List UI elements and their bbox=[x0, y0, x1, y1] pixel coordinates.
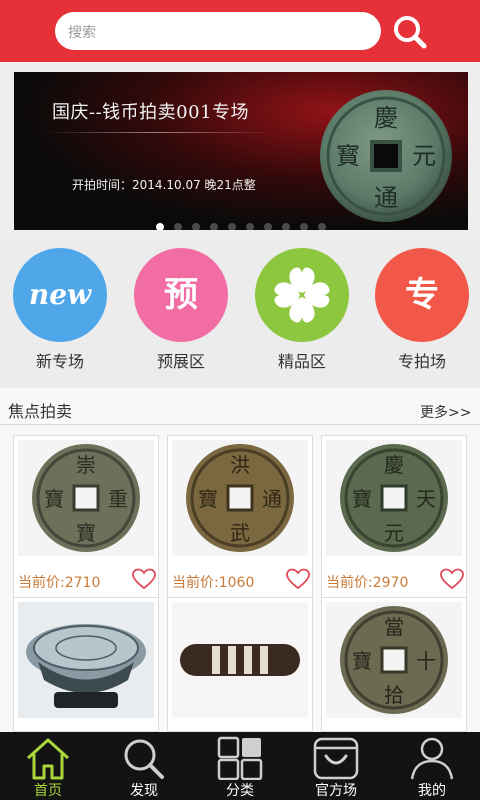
category-icon-text: 专 bbox=[405, 275, 439, 315]
banner-start-time: 开拍时间：2014.10.07 晚21点整 bbox=[72, 178, 256, 192]
auction-card[interactable]: 當 十 拾 寶 bbox=[321, 597, 467, 732]
carousel-dot[interactable] bbox=[210, 223, 218, 230]
current-price: 当前价:2970 bbox=[326, 575, 409, 591]
category-label: 精品区 bbox=[277, 352, 326, 371]
user-icon bbox=[410, 737, 454, 780]
coin-char-left: 寳 bbox=[336, 142, 360, 170]
tab-label: 我的 bbox=[418, 783, 446, 799]
current-price: 当前价:2710 bbox=[18, 575, 101, 591]
coin-image: 崇 重 寶 寶 bbox=[18, 440, 154, 556]
category-new[interactable]: new 新专场 bbox=[8, 248, 112, 378]
dish-image bbox=[18, 602, 154, 718]
svg-text:寶: 寶 bbox=[352, 487, 372, 511]
category-label: 预展区 bbox=[156, 352, 205, 371]
special-icon: 专 bbox=[375, 248, 469, 342]
carousel-dot[interactable] bbox=[300, 223, 308, 230]
auction-card[interactable] bbox=[167, 597, 313, 732]
banner-divider bbox=[44, 132, 274, 133]
category-icon-text: 预 bbox=[164, 275, 198, 315]
category-label: 专拍场 bbox=[397, 352, 446, 371]
carousel-dot[interactable] bbox=[174, 223, 182, 230]
focus-auction-section: 焦点拍卖 更多>> 崇 重 寶 寶 当前价:2710 洪 通 武 寶 当前价:1… bbox=[0, 388, 480, 732]
search-button[interactable] bbox=[388, 12, 432, 52]
coin-char-right: 元 bbox=[412, 142, 436, 170]
svg-text:寶: 寶 bbox=[352, 649, 372, 673]
svg-text:寶: 寶 bbox=[44, 487, 64, 511]
auction-card[interactable] bbox=[13, 597, 159, 732]
svg-text:通: 通 bbox=[262, 487, 282, 511]
carousel-dot[interactable] bbox=[282, 223, 290, 230]
category-icon-text: new bbox=[28, 278, 92, 311]
svg-text:慶: 慶 bbox=[384, 453, 404, 477]
tab-label: 首页 bbox=[34, 783, 62, 799]
heart-icon[interactable] bbox=[286, 568, 310, 590]
carousel-dots bbox=[14, 216, 468, 230]
bottom-nav: 首页 发现 分类 官方场 我的 bbox=[0, 732, 480, 800]
search-icon bbox=[124, 739, 164, 779]
tab-label: 发现 bbox=[130, 783, 158, 799]
tab-label: 官方场 bbox=[315, 783, 357, 799]
coin-image: 慶 元 通 寳 bbox=[320, 90, 452, 222]
svg-text:崇: 崇 bbox=[76, 453, 96, 477]
svg-text:拾: 拾 bbox=[384, 683, 404, 707]
svg-text:十: 十 bbox=[416, 649, 436, 673]
svg-text:天: 天 bbox=[416, 487, 436, 511]
svg-text:重: 重 bbox=[108, 487, 128, 511]
category-special[interactable]: 专 专拍场 bbox=[370, 248, 474, 378]
category-label: 新专场 bbox=[35, 352, 84, 371]
svg-text:洪: 洪 bbox=[230, 453, 250, 477]
section-title: 焦点拍卖 bbox=[8, 402, 73, 421]
shop-icon bbox=[313, 737, 359, 780]
search-icon bbox=[394, 16, 427, 49]
coin-image: 慶 天 元 寶 bbox=[326, 440, 462, 556]
heart-icon[interactable] bbox=[440, 568, 464, 590]
tab-official[interactable]: 官方场 bbox=[288, 732, 384, 800]
top-bar: 搜索 bbox=[0, 0, 480, 62]
carousel-dot[interactable] bbox=[192, 223, 200, 230]
search-placeholder: 搜索 bbox=[68, 25, 96, 41]
auction-card[interactable]: 崇 重 寶 寶 当前价:2710 bbox=[13, 435, 159, 601]
more-link[interactable]: 更多>> bbox=[420, 402, 471, 422]
promo-banner[interactable]: 国庆--钱币拍卖001专场 开拍时间：2014.10.07 晚21点整 慶 元 … bbox=[14, 72, 468, 230]
heart-icon[interactable] bbox=[132, 568, 156, 590]
auction-card[interactable]: 慶 天 元 寶 当前价:2970 bbox=[321, 435, 467, 601]
preview-icon: 预 bbox=[134, 248, 228, 342]
home-icon bbox=[26, 738, 70, 780]
carousel-dot[interactable] bbox=[264, 223, 272, 230]
current-price: 当前价:1060 bbox=[172, 575, 255, 591]
carousel-dot[interactable] bbox=[246, 223, 254, 230]
coin-image: 當 十 拾 寶 bbox=[326, 602, 462, 718]
grid-icon bbox=[217, 736, 263, 780]
tab-label: 分类 bbox=[226, 783, 254, 799]
coin-char-top: 慶 bbox=[374, 104, 398, 132]
auction-card[interactable]: 洪 通 武 寶 当前价:1060 bbox=[167, 435, 313, 601]
banner-title: 国庆--钱币拍卖001专场 bbox=[52, 102, 250, 123]
coin-image: 洪 通 武 寶 bbox=[172, 440, 308, 556]
tab-discover[interactable]: 发现 bbox=[96, 732, 192, 800]
new-icon: new bbox=[13, 248, 107, 342]
search-input[interactable]: 搜索 bbox=[55, 12, 381, 50]
svg-text:武: 武 bbox=[230, 521, 250, 545]
carousel-dot[interactable] bbox=[318, 223, 326, 230]
coin-char-bottom: 通 bbox=[374, 184, 398, 212]
divider bbox=[0, 424, 480, 425]
tab-categories[interactable]: 分类 bbox=[192, 732, 288, 800]
tab-home[interactable]: 首页 bbox=[0, 732, 96, 800]
svg-text:當: 當 bbox=[384, 615, 404, 639]
category-row: new 新专场 预 预展区 精品区 专 专拍场 bbox=[0, 240, 480, 388]
svg-text:寶: 寶 bbox=[198, 487, 218, 511]
carousel-dot[interactable] bbox=[228, 223, 236, 230]
clover-icon bbox=[255, 248, 349, 342]
carousel-dot[interactable] bbox=[156, 223, 164, 230]
svg-text:元: 元 bbox=[384, 521, 404, 545]
svg-text:寶: 寶 bbox=[76, 521, 96, 545]
tab-profile[interactable]: 我的 bbox=[384, 732, 480, 800]
category-premium[interactable]: 精品区 bbox=[250, 248, 354, 378]
bead-image bbox=[172, 602, 308, 718]
category-preview[interactable]: 预 预展区 bbox=[129, 248, 233, 378]
